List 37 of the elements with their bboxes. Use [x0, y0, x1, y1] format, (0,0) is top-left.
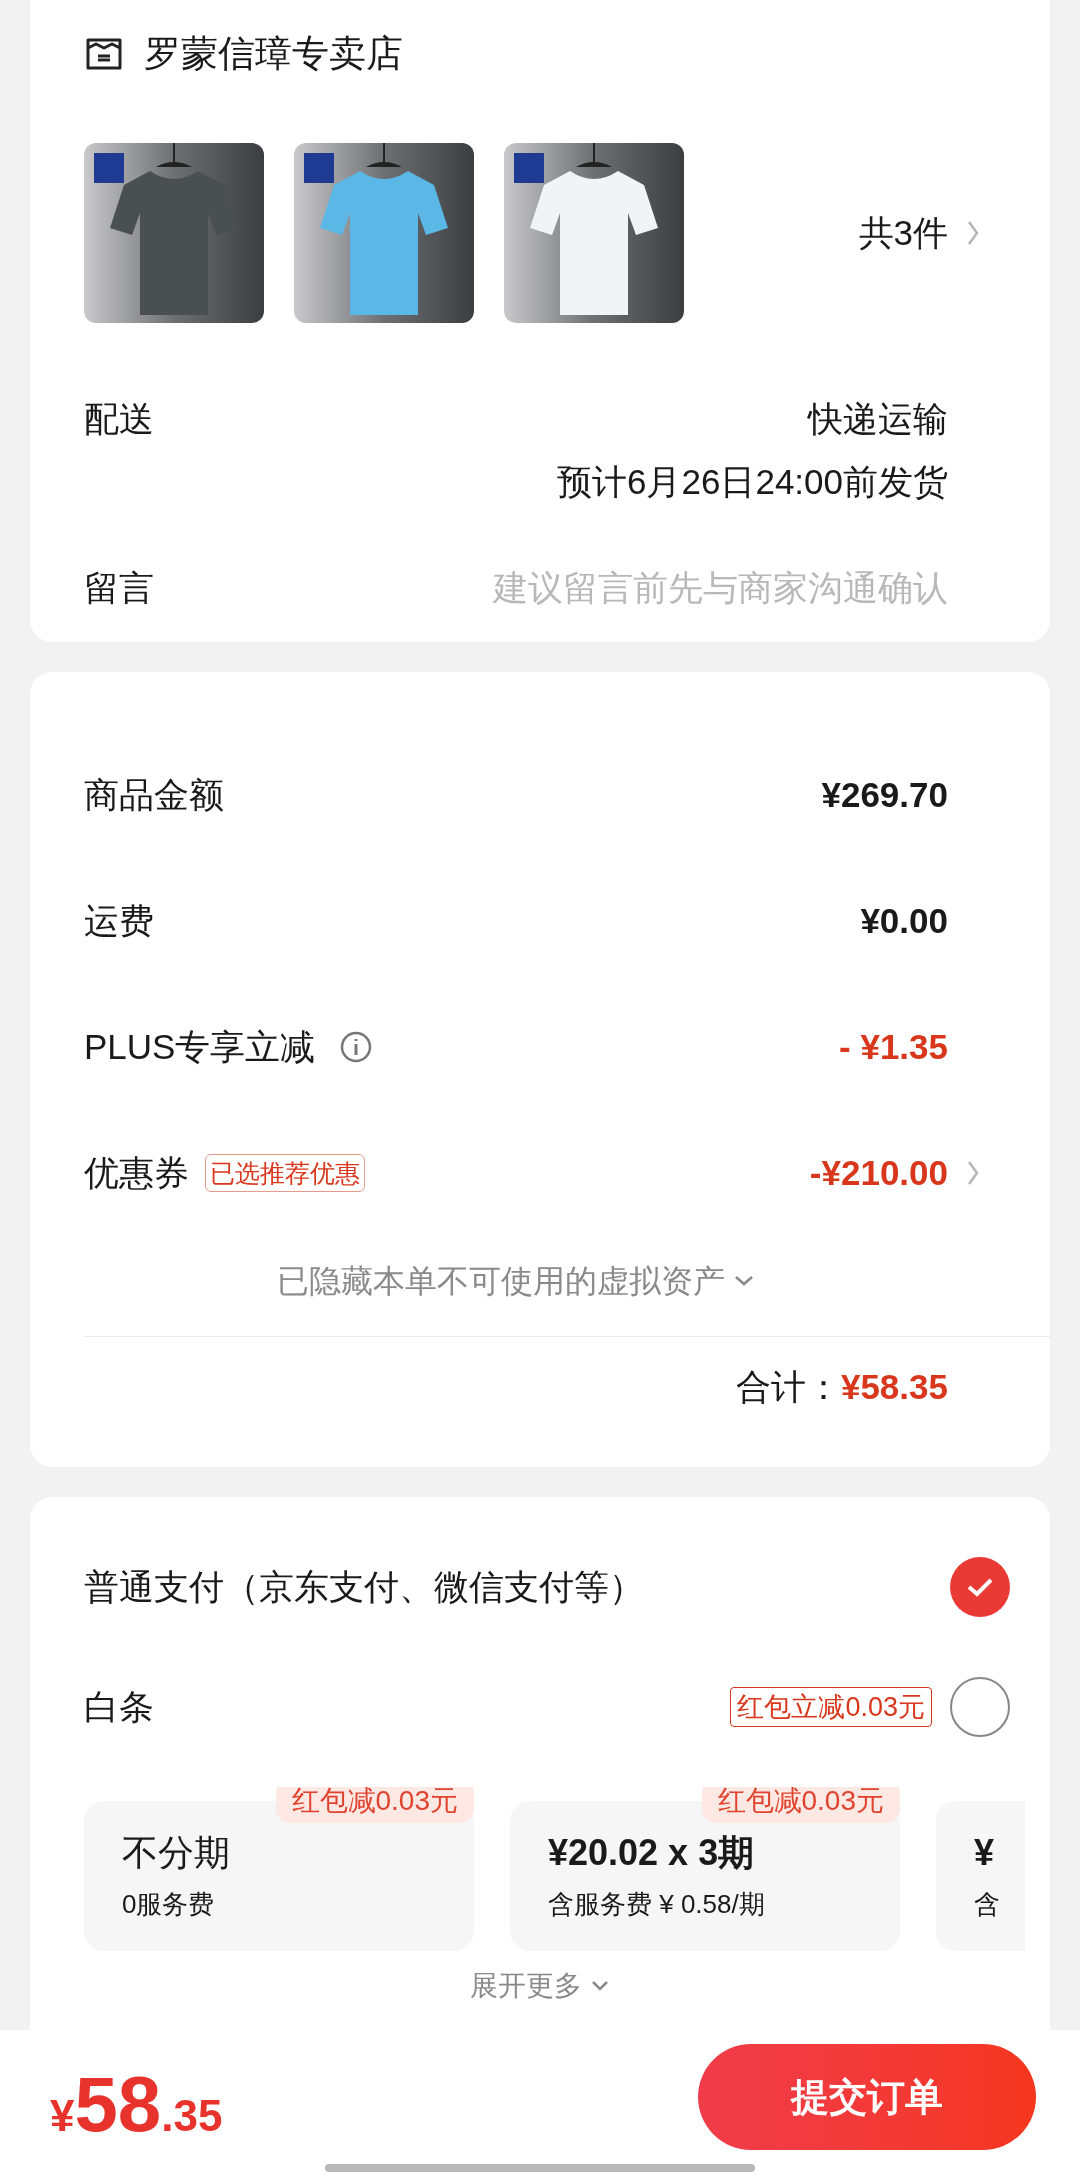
- item-count[interactable]: 共3件: [858, 206, 948, 260]
- total-value: ¥58.35: [840, 1365, 948, 1408]
- installment-title: 不分期: [122, 1831, 231, 1875]
- installment-option[interactable]: ¥ 含: [936, 1801, 1025, 1951]
- delivery-method[interactable]: 快递运输: [808, 393, 948, 446]
- amount-label: 运费: [84, 899, 154, 942]
- amount-label: PLUS专享立减: [84, 1025, 316, 1068]
- store-name[interactable]: 罗蒙信璋专卖店: [144, 26, 403, 82]
- payment-option[interactable]: 白条: [84, 1680, 154, 1734]
- payment-option[interactable]: 普通支付（京东支付、微信支付等）: [84, 1560, 644, 1614]
- installment-title: ¥: [974, 1831, 996, 1875]
- delivery-estimate: 预计6月26日24:00前发货: [557, 460, 948, 503]
- amount-label: 优惠券: [84, 1151, 189, 1194]
- amount-value: - ¥1.35: [839, 1025, 948, 1068]
- radio-button[interactable]: [950, 1557, 1010, 1617]
- coupon-tag: 已选推荐优惠: [205, 1154, 365, 1192]
- chevron-down-icon: [590, 1980, 610, 1992]
- delivery-label: 配送: [84, 398, 154, 440]
- message-field[interactable]: 建议留言前先与商家沟通确认: [388, 561, 948, 615]
- amount-label: 商品金额: [84, 773, 224, 816]
- installment-note: 含服务费 ¥ 0.58/期: [548, 1888, 766, 1921]
- discount-badge: 红包减0.03元: [701, 1787, 900, 1823]
- amount-value: ¥269.70: [821, 773, 948, 816]
- amount-value: -¥210.00: [809, 1151, 948, 1194]
- installment-note: 0服务费: [122, 1888, 216, 1921]
- radio-button[interactable]: [950, 1677, 1010, 1737]
- chevron-down-icon: [733, 1274, 755, 1288]
- installment-note: 含: [974, 1888, 1001, 1921]
- discount-badge: 红包减0.03元: [275, 1787, 474, 1823]
- total-price: ¥58.35: [50, 2058, 223, 2150]
- info-icon[interactable]: [339, 1030, 374, 1064]
- installment-title: ¥20.02 x 3期: [548, 1831, 756, 1875]
- message-label: 留言: [84, 566, 154, 609]
- payment-tag: 红包立减0.03元: [730, 1687, 932, 1727]
- total-label: 合计：: [735, 1365, 841, 1408]
- submit-order-button[interactable]: 提交订单: [698, 2044, 1036, 2150]
- amount-value: ¥0.00: [860, 899, 948, 942]
